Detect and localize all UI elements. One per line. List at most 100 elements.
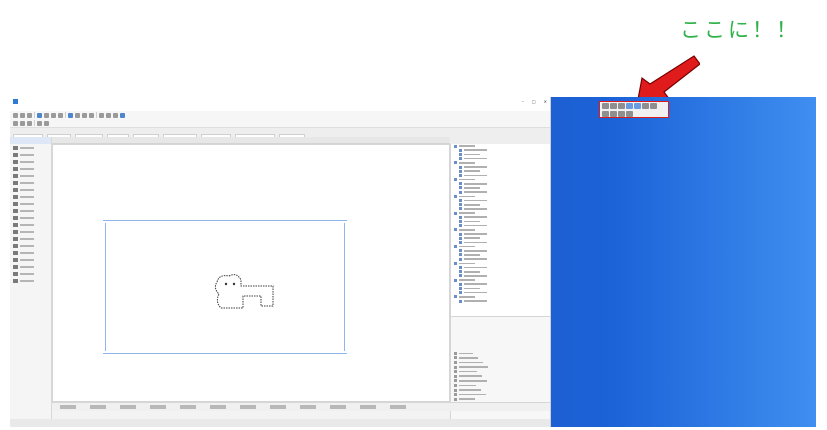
pan-icon[interactable] — [626, 103, 633, 109]
view-icon — [459, 148, 462, 152]
zoom-area-icon[interactable] — [602, 111, 609, 117]
status-item[interactable] — [210, 405, 226, 409]
fit-window-icon[interactable] — [618, 103, 625, 109]
snap-icon[interactable] — [13, 120, 18, 126]
toolbox-label — [20, 279, 34, 282]
toolbox-wall-tool[interactable] — [10, 144, 51, 151]
guide-icon[interactable] — [27, 120, 32, 126]
zoom-previous-icon[interactable] — [610, 111, 617, 117]
bottom-bar — [10, 419, 550, 427]
zoom-out-icon[interactable] — [610, 103, 617, 109]
zoom-next-icon[interactable] — [618, 111, 625, 117]
status-item[interactable] — [60, 405, 76, 409]
toolbox-beam-tool[interactable] — [10, 158, 51, 165]
redo-icon[interactable] — [58, 112, 63, 118]
view-settings-icon[interactable] — [626, 111, 633, 117]
save-icon[interactable] — [27, 112, 32, 118]
toolbox-label — [20, 272, 34, 275]
maximize-button[interactable]: □ — [532, 99, 536, 104]
view-icon — [454, 211, 457, 215]
palette-label — [459, 375, 482, 378]
grid-icon[interactable] — [20, 120, 25, 126]
floating-view-palette[interactable] — [599, 101, 669, 118]
status-item[interactable] — [240, 405, 256, 409]
status-item[interactable] — [90, 405, 106, 409]
toolbox-text-tool[interactable] — [10, 242, 51, 249]
navigator-label — [459, 296, 475, 298]
navigator-label — [464, 270, 480, 273]
palette-label — [459, 370, 477, 373]
view-icon — [459, 190, 462, 194]
view-icon — [459, 257, 462, 261]
scale-icon[interactable] — [44, 120, 49, 126]
view-icon — [459, 157, 462, 161]
status-item[interactable] — [390, 405, 406, 409]
view-icon — [459, 274, 462, 278]
status-item[interactable] — [330, 405, 346, 409]
marquee-tool-icon[interactable] — [44, 112, 49, 118]
toolbox-arc-tool[interactable] — [10, 270, 51, 277]
orbit-icon[interactable] — [634, 103, 641, 109]
toolbox-railing-tool[interactable] — [10, 193, 51, 200]
undo-icon[interactable] — [51, 112, 56, 118]
toolbox-label-tool[interactable] — [10, 249, 51, 256]
arrow-tool-icon[interactable] — [37, 112, 42, 118]
toolbox-dimension-tool[interactable] — [10, 235, 51, 242]
zoom-in-icon[interactable] — [602, 103, 609, 109]
status-item[interactable] — [270, 405, 286, 409]
toolbox-object-tool[interactable] — [10, 214, 51, 221]
column-tool-icon — [13, 152, 18, 157]
minimize-button[interactable]: – — [522, 99, 524, 104]
view-icon — [459, 253, 462, 257]
navigator-label — [464, 249, 487, 252]
status-item[interactable] — [300, 405, 316, 409]
layer-combination-icon[interactable] — [37, 120, 42, 126]
elevation-view-icon[interactable] — [89, 112, 94, 118]
find-select-icon[interactable] — [99, 112, 104, 118]
status-item[interactable] — [150, 405, 166, 409]
plan-view-icon[interactable] — [75, 112, 80, 118]
toolbox-column-tool[interactable] — [10, 151, 51, 158]
previous-view-icon[interactable] — [642, 103, 649, 109]
toolbox-fill-tool[interactable] — [10, 256, 51, 263]
navigator-label — [464, 203, 480, 206]
next-view-icon[interactable] — [650, 103, 657, 109]
navigator-label — [459, 279, 475, 281]
toolbox-slab-tool[interactable] — [10, 165, 51, 172]
toolbox-window-tool[interactable] — [10, 207, 51, 214]
toolbox-label — [20, 258, 34, 261]
toolbox-line-tool[interactable] — [10, 263, 51, 270]
toolbar-divider — [96, 112, 97, 118]
drawing-canvas[interactable] — [52, 144, 450, 402]
toolbox-shell-tool[interactable] — [10, 179, 51, 186]
toolbox-roof-tool[interactable] — [10, 172, 51, 179]
navigator-label — [464, 275, 487, 277]
status-item[interactable] — [360, 405, 376, 409]
renovation-icon[interactable] — [113, 112, 118, 118]
mesh-tool-icon — [13, 229, 18, 234]
palette-icon — [454, 356, 457, 360]
toolbox-stair-tool[interactable] — [10, 186, 51, 193]
toolbox-door-tool[interactable] — [10, 200, 51, 207]
floor-plan-drawing[interactable] — [213, 272, 277, 312]
palette-label — [459, 393, 486, 396]
3d-view-icon[interactable] — [68, 112, 73, 118]
toolbox-polyline-tool[interactable] — [10, 277, 51, 284]
view-icon — [454, 178, 457, 182]
status-item[interactable] — [120, 405, 136, 409]
view-icon — [454, 144, 457, 148]
toolbox-label — [20, 202, 34, 205]
open-icon[interactable] — [20, 112, 25, 118]
teamwork-icon[interactable] — [120, 112, 125, 118]
secondary-toolbar — [10, 119, 550, 127]
close-button[interactable]: ✕ — [544, 99, 547, 104]
status-item[interactable] — [180, 405, 196, 409]
palette-icon — [454, 393, 457, 397]
layers-icon[interactable] — [106, 112, 111, 118]
section-view-icon[interactable] — [82, 112, 87, 118]
new-icon[interactable] — [13, 112, 18, 118]
navigator-item[interactable] — [451, 299, 550, 303]
navigator-label — [459, 145, 475, 147]
toolbox-zone-tool[interactable] — [10, 221, 51, 228]
toolbox-mesh-tool[interactable] — [10, 228, 51, 235]
